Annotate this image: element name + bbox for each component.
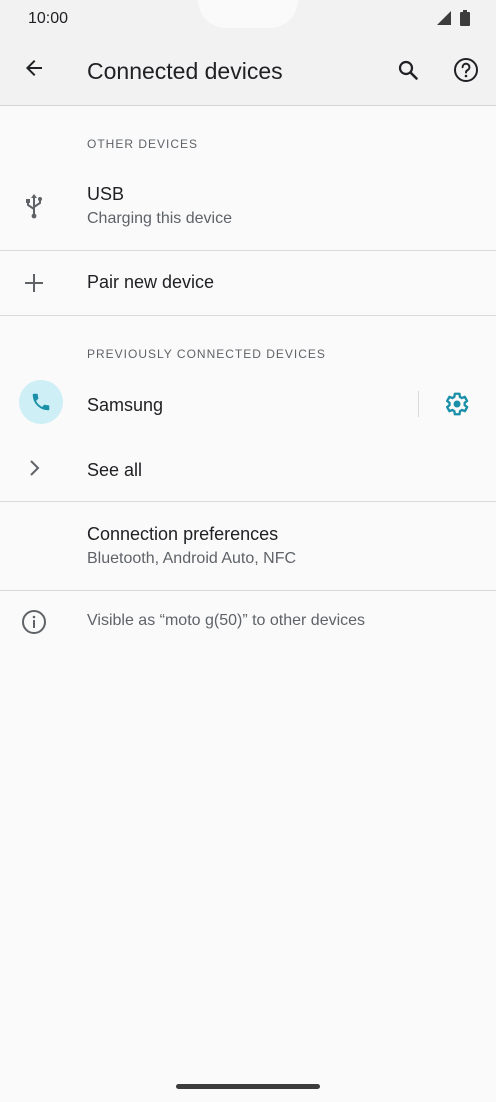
- connection-preferences-row[interactable]: Connection preferences Bluetooth, Androi…: [0, 502, 496, 590]
- camera-notch: [198, 0, 298, 28]
- status-bar: 10:00: [0, 0, 496, 38]
- status-icons: [436, 10, 470, 26]
- see-all-row[interactable]: See all: [0, 436, 496, 500]
- phone-icon: [32, 393, 50, 411]
- search-icon: [398, 60, 418, 80]
- samsung-device-row[interactable]: Samsung: [0, 372, 496, 436]
- usb-icon-wrap: [14, 186, 54, 226]
- plus-icon: [25, 274, 43, 292]
- visible-as-text: Visible as “moto g(50)” to other devices: [87, 612, 366, 629]
- samsung-title: Samsung: [87, 395, 164, 415]
- usb-title: USB: [87, 184, 125, 204]
- chevron-icon-wrap: [14, 448, 54, 488]
- usb-row[interactable]: USB Charging this device: [0, 172, 496, 250]
- usb-icon: [26, 194, 42, 219]
- divider: [0, 590, 496, 591]
- plus-icon-wrap: [14, 263, 54, 303]
- battery-icon: [460, 10, 470, 26]
- samsung-settings-button[interactable]: [436, 384, 476, 424]
- status-time: 10:00: [28, 10, 69, 27]
- back-button[interactable]: [14, 48, 54, 88]
- see-all-title: See all: [87, 460, 143, 480]
- divider: [0, 315, 496, 316]
- home-gesture-bar[interactable]: [176, 1084, 320, 1089]
- phone-avatar: [19, 380, 63, 424]
- connection-preferences-subtitle: Bluetooth, Android Auto, NFC: [87, 550, 297, 567]
- gear-icon: [445, 392, 469, 416]
- vertical-divider: [418, 391, 419, 417]
- section-header-previously-connected: PREVIOUSLY CONNECTED DEVICES: [87, 347, 326, 361]
- info-icon: [22, 610, 46, 634]
- app-bar: Connected devices: [0, 38, 496, 106]
- section-header-other-devices: OTHER DEVICES: [87, 137, 199, 151]
- info-icon-wrap: [14, 602, 54, 642]
- chevron-right-icon: [30, 460, 40, 476]
- connection-preferences-title: Connection preferences: [87, 524, 279, 544]
- usb-subtitle: Charging this device: [87, 210, 232, 227]
- help-icon: [454, 58, 478, 82]
- help-button[interactable]: [446, 50, 486, 90]
- signal-icon: [437, 11, 451, 25]
- search-button[interactable]: [388, 50, 428, 90]
- pair-new-device-row[interactable]: Pair new device: [0, 251, 496, 315]
- pair-new-device-title: Pair new device: [87, 272, 215, 292]
- arrow-back-icon: [26, 60, 42, 76]
- page-title: Connected devices: [87, 58, 283, 84]
